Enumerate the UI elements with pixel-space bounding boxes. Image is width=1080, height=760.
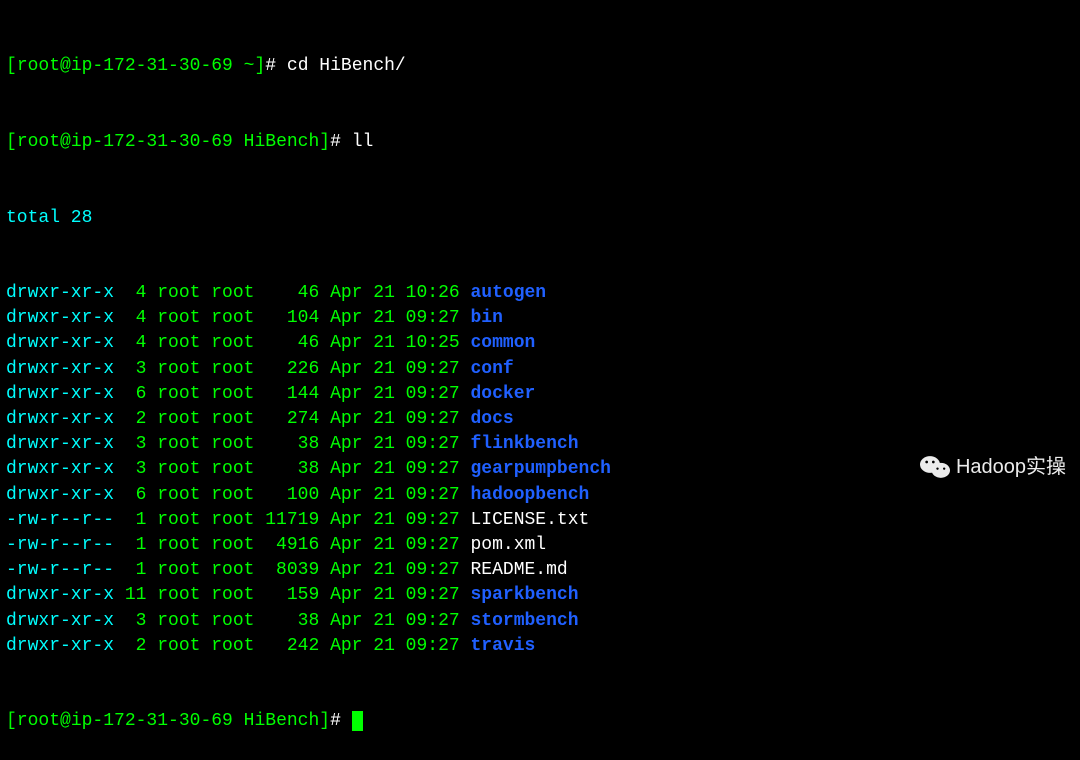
cursor xyxy=(352,711,363,731)
list-item: -rw-r--r-- 1 root root 11719 Apr 21 09:2… xyxy=(6,508,1074,533)
list-item: drwxr-xr-x 6 root root 100 Apr 21 09:27 … xyxy=(6,483,1074,508)
file-name: README.md xyxy=(471,560,568,580)
file-name: LICENSE.txt xyxy=(471,510,590,530)
watermark-text: Hadoop实操 xyxy=(956,453,1066,481)
file-listing: drwxr-xr-x 4 root root 46 Apr 21 10:26 a… xyxy=(6,281,1074,659)
file-name: flinkbench xyxy=(471,434,579,454)
file-name: common xyxy=(471,333,536,353)
list-item: drwxr-xr-x 4 root root 104 Apr 21 09:27 … xyxy=(6,306,1074,331)
file-name: travis xyxy=(471,636,536,656)
file-name: gearpumpbench xyxy=(471,459,611,479)
command-1: cd HiBench/ xyxy=(287,56,406,76)
list-item: drwxr-xr-x 2 root root 274 Apr 21 09:27 … xyxy=(6,407,1074,432)
list-item: -rw-r--r-- 1 root root 8039 Apr 21 09:27… xyxy=(6,558,1074,583)
list-item: drwxr-xr-x 3 root root 38 Apr 21 09:27 s… xyxy=(6,609,1074,634)
list-item: drwxr-xr-x 3 root root 38 Apr 21 09:27 g… xyxy=(6,457,1074,482)
prompt-line-2: [root@ip-172-31-30-69 HiBench]# ll xyxy=(6,130,1074,155)
list-item: drwxr-xr-x 4 root root 46 Apr 21 10:26 a… xyxy=(6,281,1074,306)
list-item: drwxr-xr-x 3 root root 226 Apr 21 09:27 … xyxy=(6,357,1074,382)
list-item: drwxr-xr-x 3 root root 38 Apr 21 09:27 f… xyxy=(6,432,1074,457)
file-name: hadoopbench xyxy=(471,485,590,505)
watermark: Hadoop实操 xyxy=(920,453,1066,481)
file-name: docs xyxy=(471,409,514,429)
total-line: total 28 xyxy=(6,206,1074,231)
file-name: autogen xyxy=(471,283,547,303)
wechat-icon xyxy=(920,454,950,480)
terminal[interactable]: [root@ip-172-31-30-69 ~]# cd HiBench/ [r… xyxy=(6,4,1074,760)
list-item: -rw-r--r-- 1 root root 4916 Apr 21 09:27… xyxy=(6,533,1074,558)
list-item: drwxr-xr-x 6 root root 144 Apr 21 09:27 … xyxy=(6,382,1074,407)
list-item: drwxr-xr-x 2 root root 242 Apr 21 09:27 … xyxy=(6,634,1074,659)
command-2: ll xyxy=(352,132,374,152)
file-name: bin xyxy=(471,308,503,328)
file-name: pom.xml xyxy=(471,535,547,555)
file-name: conf xyxy=(471,359,514,379)
file-name: sparkbench xyxy=(471,585,579,605)
prompt-line-3: [root@ip-172-31-30-69 HiBench]# xyxy=(6,709,1074,734)
list-item: drwxr-xr-x 11 root root 159 Apr 21 09:27… xyxy=(6,583,1074,608)
file-name: docker xyxy=(471,384,536,404)
prompt-line-1: [root@ip-172-31-30-69 ~]# cd HiBench/ xyxy=(6,54,1074,79)
list-item: drwxr-xr-x 4 root root 46 Apr 21 10:25 c… xyxy=(6,331,1074,356)
file-name: stormbench xyxy=(471,611,579,631)
